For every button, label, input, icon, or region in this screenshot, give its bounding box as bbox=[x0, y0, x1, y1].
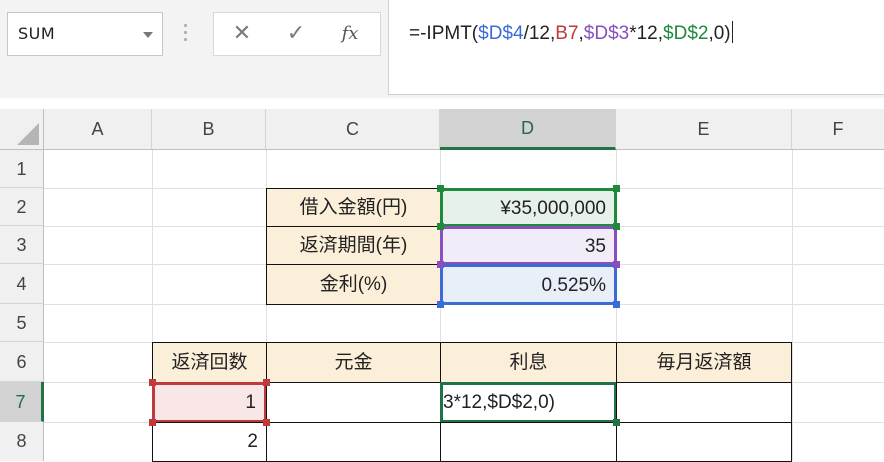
formula-part[interactable]: $D$3 bbox=[584, 23, 629, 44]
resize-handle[interactable] bbox=[149, 419, 156, 426]
chevron-down-icon[interactable] bbox=[143, 32, 153, 38]
formula-text[interactable]: =-IPMT($D$4/12,B7,$D$3*12,$D$2,0) bbox=[409, 21, 733, 45]
cell-c2-amount-label[interactable]: 借入金額(円) bbox=[266, 188, 441, 227]
resize-handle[interactable] bbox=[613, 301, 620, 308]
header-principal[interactable]: 元金 bbox=[266, 342, 441, 383]
resize-handle[interactable] bbox=[149, 379, 156, 386]
cell-b8-count[interactable]: 2 bbox=[152, 422, 267, 462]
header-interest[interactable]: 利息 bbox=[440, 342, 617, 383]
fill-handle[interactable] bbox=[613, 419, 620, 426]
column-header-a[interactable]: A bbox=[44, 109, 152, 150]
row-header-3[interactable]: 3 bbox=[0, 226, 44, 264]
cell-e8-monthly[interactable] bbox=[616, 422, 792, 462]
resize-handle[interactable] bbox=[263, 379, 270, 386]
row-header-8[interactable]: 8 bbox=[0, 422, 44, 461]
row-header-5[interactable]: 5 bbox=[0, 304, 44, 342]
formula-part[interactable]: /12, bbox=[524, 23, 556, 44]
cell-d7-interest-active[interactable]: 3*12,$D$2,0) bbox=[440, 382, 617, 423]
header-monthly-payment[interactable]: 毎月返済額 bbox=[616, 342, 792, 383]
formula-input[interactable]: =-IPMT($D$4/12,B7,$D$3*12,$D$2,0) bbox=[388, 0, 884, 95]
cell-c4-rate-label[interactable]: 金利(%) bbox=[266, 264, 441, 305]
resize-handle[interactable] bbox=[613, 261, 620, 268]
cell-d2-amount-value[interactable]: ¥35,000,000 bbox=[440, 188, 617, 227]
cell-d8-interest[interactable] bbox=[440, 422, 617, 462]
cell-c8-principal[interactable] bbox=[266, 422, 441, 462]
formula-part[interactable]: ,0) bbox=[708, 23, 730, 44]
formula-buttons: ✕ ✓ fx bbox=[213, 12, 381, 56]
name-box[interactable]: SUM bbox=[7, 12, 163, 56]
select-all-button[interactable] bbox=[0, 109, 44, 150]
row-header-1[interactable]: 1 bbox=[0, 150, 44, 188]
formula-part[interactable]: $D$2 bbox=[663, 23, 708, 44]
formula-part[interactable]: =-IPMT( bbox=[409, 23, 478, 44]
resize-handle[interactable] bbox=[263, 419, 270, 426]
resize-handle[interactable] bbox=[437, 301, 444, 308]
enter-icon[interactable]: ✓ bbox=[274, 13, 318, 55]
column-header-f[interactable]: F bbox=[792, 109, 884, 150]
resize-handle[interactable] bbox=[613, 185, 620, 192]
column-header-d[interactable]: D bbox=[440, 109, 616, 150]
resize-handle[interactable] bbox=[437, 261, 444, 268]
text-caret bbox=[731, 21, 733, 43]
formula-part[interactable]: $D$4 bbox=[478, 23, 523, 44]
active-cell-edit-text[interactable]: 3*12,$D$2,0) bbox=[443, 385, 555, 420]
column-header-b[interactable]: B bbox=[152, 109, 266, 150]
name-box-value[interactable]: SUM bbox=[18, 24, 55, 43]
cell-b7-count[interactable]: 1 bbox=[152, 382, 267, 423]
cell-e7-monthly[interactable] bbox=[616, 382, 792, 423]
cell-c3-period-label[interactable]: 返済期間(年) bbox=[266, 226, 441, 265]
cell-d3-period-value[interactable]: 35 bbox=[440, 226, 617, 265]
cancel-icon[interactable]: ✕ bbox=[220, 13, 264, 55]
resize-handle[interactable] bbox=[437, 223, 444, 230]
cell-d4-rate-value[interactable]: 0.525% bbox=[440, 264, 617, 305]
row-header-4[interactable]: 4 bbox=[0, 264, 44, 304]
row-header-6[interactable]: 6 bbox=[0, 342, 44, 382]
cell-c7-principal[interactable] bbox=[266, 382, 441, 423]
column-header-e[interactable]: E bbox=[616, 109, 792, 150]
formula-part[interactable]: B7 bbox=[555, 23, 578, 44]
resize-handle[interactable] bbox=[437, 185, 444, 192]
gridline bbox=[792, 150, 793, 461]
column-header-c[interactable]: C bbox=[266, 109, 440, 150]
formula-part[interactable]: *12, bbox=[629, 23, 663, 44]
resize-handle[interactable] bbox=[613, 223, 620, 230]
header-repayment-count[interactable]: 返済回数 bbox=[152, 342, 267, 383]
drag-handle-icon[interactable] bbox=[184, 24, 188, 44]
insert-function-icon[interactable]: fx bbox=[328, 13, 372, 55]
select-all-icon bbox=[17, 123, 39, 145]
row-header-7[interactable]: 7 bbox=[0, 382, 44, 422]
row-header-2[interactable]: 2 bbox=[0, 188, 44, 226]
